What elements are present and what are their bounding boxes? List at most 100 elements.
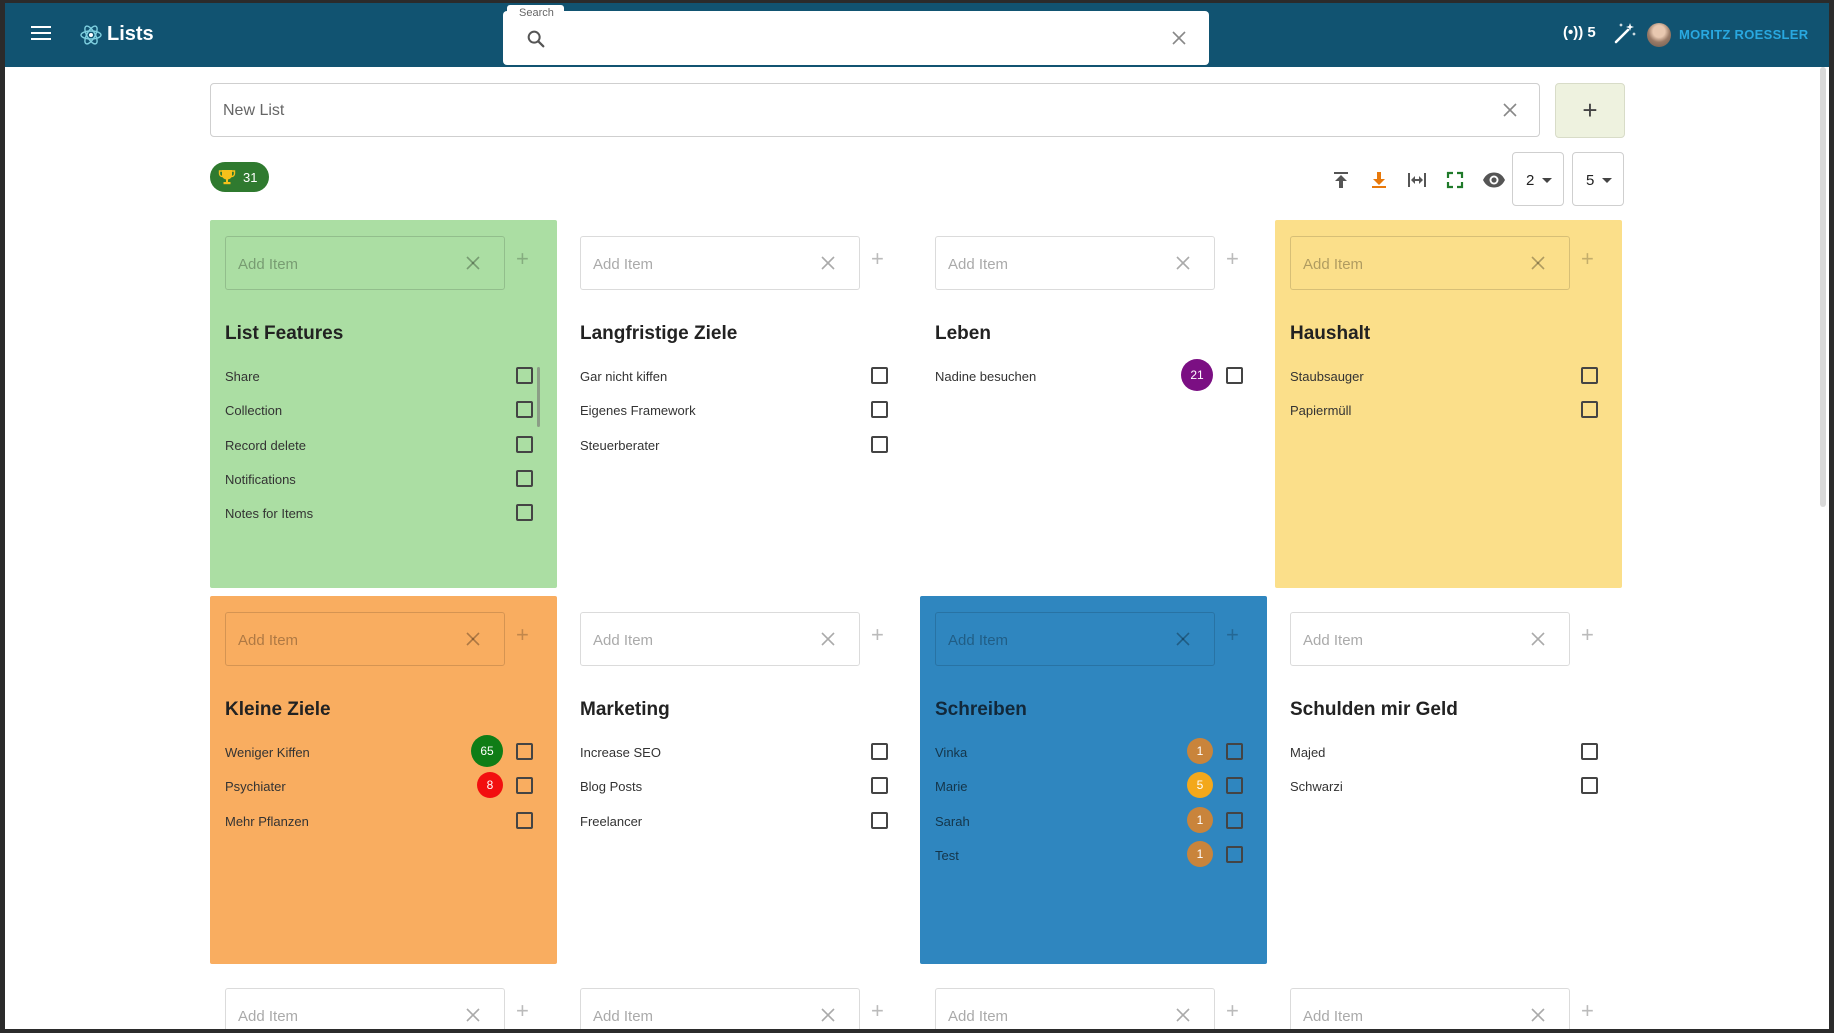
- item-checkbox[interactable]: [1226, 845, 1243, 863]
- item-label[interactable]: Weniger Kiffen: [225, 745, 310, 760]
- item-checkbox[interactable]: [516, 469, 533, 487]
- add-item-input[interactable]: [238, 1003, 448, 1029]
- item-label[interactable]: Test: [935, 848, 959, 863]
- item-checkbox[interactable]: [516, 435, 533, 453]
- item-label[interactable]: Schwarzi: [1290, 779, 1343, 794]
- page-scrollbar[interactable]: [1820, 67, 1826, 507]
- close-icon[interactable]: [1501, 101, 1519, 119]
- item-checkbox[interactable]: [516, 401, 533, 419]
- close-icon[interactable]: [819, 254, 837, 272]
- item-checkbox[interactable]: [1581, 743, 1598, 760]
- add-item-input[interactable]: [1303, 251, 1513, 277]
- item-checkbox[interactable]: [871, 401, 888, 419]
- item-label[interactable]: Mehr Pflanzen: [225, 814, 309, 829]
- item-label[interactable]: Staubsauger: [1290, 369, 1364, 384]
- item-label[interactable]: Share: [225, 369, 260, 384]
- item-checkbox[interactable]: [871, 811, 888, 829]
- add-item-field[interactable]: [1290, 236, 1570, 290]
- item-checkbox[interactable]: [1581, 401, 1598, 419]
- item-checkbox[interactable]: [516, 777, 533, 795]
- add-item-input[interactable]: [593, 1003, 803, 1029]
- add-item-input[interactable]: [948, 251, 1158, 277]
- add-item-button[interactable]: +: [871, 624, 884, 646]
- item-label[interactable]: Freelancer: [580, 814, 642, 829]
- close-icon[interactable]: [1174, 1006, 1192, 1024]
- add-item-field[interactable]: [580, 988, 860, 1029]
- add-item-input[interactable]: [238, 251, 448, 277]
- add-item-button[interactable]: +: [1226, 1000, 1239, 1022]
- add-item-input[interactable]: [948, 627, 1158, 653]
- item-label[interactable]: Psychiater: [225, 779, 286, 794]
- item-label[interactable]: Nadine besuchen: [935, 369, 1036, 384]
- item-label[interactable]: Notifications: [225, 472, 296, 487]
- close-icon[interactable]: [464, 630, 482, 648]
- add-item-field[interactable]: [580, 236, 860, 290]
- download-icon[interactable]: [1368, 169, 1390, 191]
- item-checkbox[interactable]: [1226, 777, 1243, 795]
- add-item-button[interactable]: +: [516, 1000, 529, 1022]
- expand-width-icon[interactable]: [1406, 169, 1428, 191]
- add-item-field[interactable]: [225, 988, 505, 1029]
- item-label[interactable]: Marie: [935, 779, 968, 794]
- item-label[interactable]: Steuerberater: [580, 438, 660, 453]
- item-checkbox[interactable]: [1226, 811, 1243, 829]
- add-item-field[interactable]: [1290, 988, 1570, 1029]
- item-checkbox[interactable]: [516, 504, 533, 522]
- item-checkbox[interactable]: [1226, 743, 1243, 760]
- item-label[interactable]: Vinka: [935, 745, 967, 760]
- item-checkbox[interactable]: [516, 811, 533, 829]
- rows-dropdown[interactable]: 5: [1572, 152, 1624, 206]
- add-item-field[interactable]: [935, 612, 1215, 666]
- close-icon[interactable]: [819, 1006, 837, 1024]
- add-item-input[interactable]: [948, 1003, 1158, 1029]
- card-scrollbar[interactable]: [537, 367, 540, 427]
- item-checkbox[interactable]: [516, 367, 533, 384]
- fullscreen-icon[interactable]: [1444, 169, 1466, 191]
- add-item-input[interactable]: [1303, 1003, 1513, 1029]
- add-item-field[interactable]: [935, 236, 1215, 290]
- add-item-button[interactable]: +: [516, 624, 529, 646]
- new-list-field[interactable]: [210, 83, 1540, 137]
- new-list-input[interactable]: [223, 98, 1423, 124]
- user-name[interactable]: MORITZ ROESSLER: [1679, 27, 1808, 42]
- close-icon[interactable]: [1169, 28, 1189, 48]
- add-item-button[interactable]: +: [1226, 624, 1239, 646]
- close-icon[interactable]: [464, 1006, 482, 1024]
- close-icon[interactable]: [819, 630, 837, 648]
- close-icon[interactable]: [464, 254, 482, 272]
- add-item-button[interactable]: +: [871, 248, 884, 270]
- item-checkbox[interactable]: [1581, 367, 1598, 384]
- close-icon[interactable]: [1174, 630, 1192, 648]
- add-item-button[interactable]: +: [516, 248, 529, 270]
- item-label[interactable]: Majed: [1290, 745, 1325, 760]
- broadcast-count[interactable]: (•)) 5: [1563, 24, 1596, 41]
- eye-icon[interactable]: [1482, 169, 1506, 191]
- item-checkbox[interactable]: [871, 367, 888, 384]
- item-label[interactable]: Increase SEO: [580, 745, 661, 760]
- add-item-button[interactable]: +: [1226, 248, 1239, 270]
- add-item-field[interactable]: [225, 612, 505, 666]
- magic-wand-icon[interactable]: [1611, 21, 1637, 47]
- add-item-input[interactable]: [1303, 627, 1513, 653]
- item-checkbox[interactable]: [871, 435, 888, 453]
- item-label[interactable]: Collection: [225, 403, 282, 418]
- add-item-field[interactable]: [580, 612, 860, 666]
- add-item-input[interactable]: [593, 251, 803, 277]
- item-checkbox[interactable]: [871, 777, 888, 795]
- columns-dropdown[interactable]: 2: [1512, 152, 1564, 206]
- item-label[interactable]: Blog Posts: [580, 779, 642, 794]
- item-checkbox[interactable]: [1581, 777, 1598, 795]
- item-label[interactable]: Record delete: [225, 438, 306, 453]
- add-item-field[interactable]: [1290, 612, 1570, 666]
- add-list-button[interactable]: +: [1555, 83, 1625, 138]
- add-item-input[interactable]: [593, 627, 803, 653]
- add-item-field[interactable]: [225, 236, 505, 290]
- item-checkbox[interactable]: [516, 743, 533, 760]
- trophy-badge[interactable]: 31: [210, 162, 269, 192]
- item-label[interactable]: Sarah: [935, 814, 970, 829]
- close-icon[interactable]: [1529, 1006, 1547, 1024]
- avatar[interactable]: [1647, 23, 1671, 47]
- close-icon[interactable]: [1529, 630, 1547, 648]
- item-checkbox[interactable]: [871, 743, 888, 760]
- add-item-button[interactable]: +: [1581, 248, 1594, 270]
